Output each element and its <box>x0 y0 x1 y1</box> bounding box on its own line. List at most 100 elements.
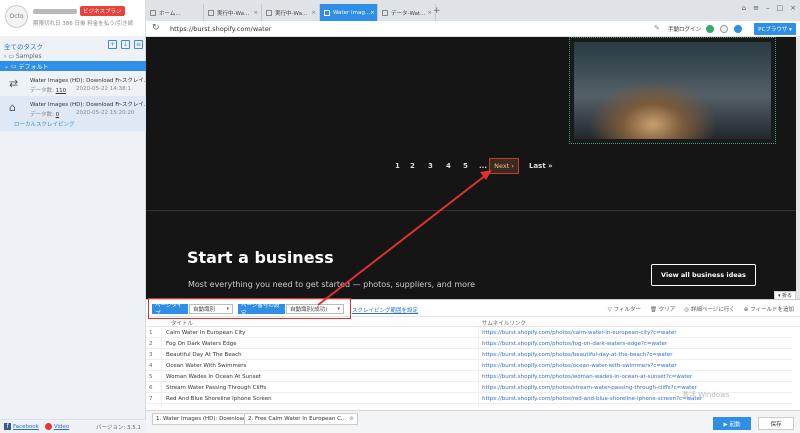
edit-icon[interactable]: ✎ <box>654 24 660 32</box>
page-number-select[interactable]: 自動識別(成功) ▾ <box>286 304 344 314</box>
window-controls: ⌂ ≡ – □ × <box>742 4 796 12</box>
page-type-label: ページタイプ <box>152 303 188 317</box>
filter-button[interactable]: ▽ フィルター <box>608 305 641 313</box>
video-link[interactable]: Video <box>54 424 69 430</box>
web-content: 1 2 3 4 5 ... Next › Last » Start a busi… <box>146 37 796 299</box>
group-default[interactable]: ⌄ ▭ デフォルト <box>0 61 146 71</box>
new-task-icon[interactable]: + <box>108 40 117 49</box>
water-photo-image <box>574 42 771 139</box>
group-samples-label: Samples <box>15 52 42 60</box>
column-title[interactable]: タイトル <box>171 319 193 327</box>
folder-icon: ▭ <box>10 62 19 70</box>
task-count: データ数: 0 <box>30 112 60 118</box>
detail-page-button[interactable]: ◎ 詳細ページに行く <box>684 305 734 313</box>
task-date: 2020-05-22 14:38:1 <box>76 86 131 92</box>
page-link[interactable]: 5 <box>463 162 468 170</box>
plan-badge[interactable]: ビジネスプラン <box>80 6 125 16</box>
trash-icon: 🗑 <box>650 307 658 313</box>
sidebar-header: Octo ビジネスプラン 期限切れ日 386 日後 料金を払う/引き続 <box>0 0 145 36</box>
settings-icon[interactable]: ≡ <box>134 40 143 49</box>
close-icon[interactable]: × <box>427 10 432 16</box>
page-link[interactable]: 3 <box>428 162 433 170</box>
task-flow-icon: ⇄ <box>9 77 19 90</box>
view-business-ideas-button[interactable]: View all business ideas <box>651 264 756 286</box>
page-link[interactable]: 4 <box>446 162 451 170</box>
tab-running-1[interactable]: 実行中-Wa... × <box>204 4 262 21</box>
tab-running-2[interactable]: 実行中-Wa... × <box>262 4 320 21</box>
maximize-icon[interactable]: □ <box>777 4 784 12</box>
tab-water-images[interactable]: Water Imag... × <box>320 4 378 21</box>
clear-button[interactable]: 🗑 クリア <box>650 305 675 313</box>
video-icon <box>44 423 52 430</box>
bottom-bar: 1. Water Images (HD): Download F... 2. F… <box>146 410 800 433</box>
import-icon[interactable]: ↓ <box>121 40 130 49</box>
extension-icon[interactable] <box>706 25 714 33</box>
task-count: データ数: 110 <box>30 88 67 94</box>
group-samples[interactable]: › ▭ Samples <box>0 51 146 61</box>
shirt-icon[interactable]: ⌂ <box>742 4 746 12</box>
close-icon[interactable]: × <box>253 10 258 16</box>
chevron-down-icon: ▾ <box>337 306 340 312</box>
local-scrape-status[interactable]: ローカルスクレイピング <box>14 120 75 128</box>
pc-browser-button[interactable]: PCブラウザ ▾ <box>754 23 796 35</box>
tab-home[interactable]: ホーム... <box>146 4 204 21</box>
table-row[interactable]: 3 Beautiful Day At The Beach https://burst… <box>146 349 792 360</box>
page-icon <box>150 9 156 16</box>
tab-data[interactable]: データ-Wat... × <box>378 4 436 21</box>
page-icon <box>324 9 330 16</box>
close-icon[interactable]: ⊗ <box>349 416 354 422</box>
page-link[interactable]: 2 <box>410 162 415 170</box>
close-icon[interactable]: × <box>311 10 316 16</box>
page-icon <box>382 9 388 16</box>
table-row[interactable]: 2 Fog On Dark Waters Edge https://burst.sh… <box>146 338 792 349</box>
next-page-button[interactable]: Next › <box>489 158 519 174</box>
table-row[interactable]: 1 Calm Water In European City https://burs… <box>146 327 792 338</box>
menu-icon[interactable]: ≡ <box>753 4 759 12</box>
close-icon[interactable]: × <box>370 10 375 16</box>
save-button[interactable]: 保存 <box>758 417 794 430</box>
chevron-down-icon: ⌄ <box>4 62 11 70</box>
page-link[interactable]: 1 <box>395 162 400 170</box>
reload-icon[interactable]: ↻ <box>152 23 160 33</box>
task-building-icon: ⌂ <box>9 101 16 114</box>
panel-tools: ▽ フィルター 🗑 クリア ◎ 詳細ページに行く ⊕ フィールドを追加 <box>608 305 794 313</box>
sidebar: Octo ビジネスプラン 期限切れ日 386 日後 料金を払う/引き続 全てのタ… <box>0 0 150 433</box>
page-number-label: ページ番号の設定 <box>238 303 285 317</box>
page-scrollbar[interactable] <box>796 37 800 299</box>
table-row[interactable]: 4 Ocean Water With Swimmers https://burst.… <box>146 360 792 371</box>
page-icon <box>208 9 214 16</box>
column-thumbnail-link[interactable]: サムネイルリンク <box>482 319 526 327</box>
manual-login-button[interactable]: 手動ログイン <box>668 25 701 33</box>
water-photo[interactable] <box>569 37 776 144</box>
start-button[interactable]: ▶ 起動 <box>713 417 751 430</box>
version-label: バージョン: 3.5.1 <box>96 424 141 431</box>
task-name: Water Images (HD): Download Fr-スクレイ... <box>30 102 150 108</box>
account-name <box>33 9 77 14</box>
chevron-down-icon: ▾ <box>226 306 229 312</box>
block-icon[interactable] <box>720 25 728 33</box>
new-tab-icon[interactable]: + <box>433 6 441 16</box>
eye-icon: ◎ <box>684 307 690 313</box>
refresh-mode-icon[interactable] <box>734 25 742 33</box>
table-row[interactable]: 5 Woman Wades In Ocean At Sunset https://b… <box>146 371 792 382</box>
set-scrape-range-link[interactable]: スクレイピング範囲を設定 <box>352 306 418 314</box>
task-name: Water Images (HD): Download Fr-スクレイ... <box>30 78 150 84</box>
panel-toolbar: ページタイプ 自動識別 ▾ ページ番号の設定 自動識別(成功) ▾ スクレイピング範… <box>146 300 800 317</box>
close-window-icon[interactable]: × <box>790 4 796 12</box>
url-field[interactable]: https://burst.shopify.com/water <box>170 25 271 33</box>
page-type-select[interactable]: 自動識別 ▾ <box>189 304 233 314</box>
plus-circle-icon: ⊕ <box>743 307 749 313</box>
task-item-selected[interactable]: ⌂ Water Images (HD): Download Fr-スクレイ...… <box>0 96 150 131</box>
facebook-icon: f <box>4 423 11 430</box>
result-tab-2[interactable]: 2. Free Calm Water In European C... ⊗ <box>244 413 358 425</box>
windows-watermark: 激活 Windows <box>682 391 730 399</box>
task-date: 2020-05-22 15:20:20 <box>76 110 135 116</box>
add-field-button[interactable]: ⊕ フィールドを追加 <box>744 305 794 313</box>
app-window: Octo ビジネスプラン 期限切れ日 386 日後 料金を払う/引き続 全てのタ… <box>0 0 800 433</box>
tasks-header: 全てのタスク + ↓ ≡ <box>0 39 146 51</box>
facebook-link[interactable]: Facebook <box>13 424 39 430</box>
last-page-link[interactable]: Last » <box>529 162 553 170</box>
account-info[interactable]: 期限切れ日 386 日後 料金を払う/引き続 <box>33 19 133 27</box>
all-tasks-title[interactable]: 全てのタスク <box>4 41 43 51</box>
minimize-icon[interactable]: – <box>766 4 770 12</box>
